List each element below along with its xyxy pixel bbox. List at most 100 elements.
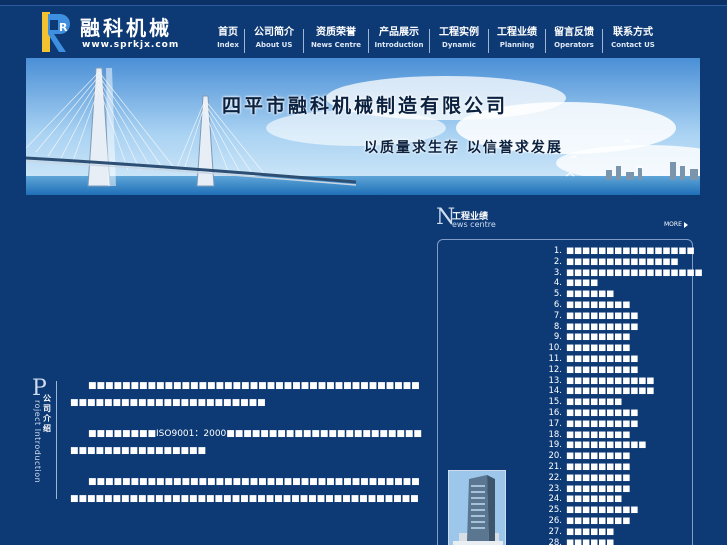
news-list-item[interactable]: 11. ■■■■■■■■■ [538, 354, 688, 365]
intro-divider [56, 381, 57, 499]
news-list-item[interactable]: 27. ■■■■■■ [538, 527, 688, 538]
news-item-link[interactable]: ■■■■■■■■■ [566, 408, 638, 418]
news-list-item[interactable]: 3. ■■■■■■■■■■■■■■■■■ [538, 268, 703, 279]
news-list-item[interactable]: 28. ■■■■■■ [538, 538, 688, 545]
news-item-number: 1. [553, 246, 562, 256]
news-item-link[interactable]: ■■■■■■■■ [566, 451, 630, 461]
bridge-banner-image [26, 58, 700, 195]
news-item-link[interactable]: ■■■■■■■■■ [566, 322, 638, 332]
news-item-link[interactable]: ■■■■■■■■■ [566, 505, 638, 515]
news-list-item[interactable]: 16. ■■■■■■■■■ [538, 408, 688, 419]
news-list-item[interactable]: 23. ■■■■■■■■ [538, 484, 688, 495]
news-list-item[interactable]: 21. ■■■■■■■■ [538, 462, 688, 473]
news-list-item[interactable]: 9. ■■■■■■■■ [538, 332, 688, 343]
news-item-link[interactable]: ■■■■■■■■■■■■■■ [566, 257, 678, 267]
news-list-item[interactable]: 26. ■■■■■■■■ [538, 516, 688, 527]
nav-item-contact[interactable]: 联系方式 Contact US [603, 26, 663, 56]
news-item-link[interactable]: ■■■■■■■■■■ [566, 440, 646, 450]
news-list-item[interactable]: 1. ■■■■■■■■■■■■■■■■ [538, 246, 695, 257]
news-item-number: 13. [548, 375, 562, 386]
nav-item-performance[interactable]: 工程业绩 Planning [489, 26, 545, 56]
news-list-item[interactable]: 14. ■■■■■■■■■■■ [538, 386, 688, 397]
news-item-link[interactable]: ■■■■■■ [566, 289, 614, 299]
news-item-link[interactable]: ■■■■■■■ [566, 494, 622, 504]
arrow-right-icon [683, 221, 688, 228]
news-list-item[interactable]: 10. ■■■■■■■■ [538, 343, 688, 354]
nav-sublabel: Dynamic [442, 41, 476, 49]
nav-item-products[interactable]: 产品展示 Introduction [369, 26, 429, 56]
news-list-item[interactable]: 18. ■■■■■■■■ [538, 430, 688, 441]
news-item-link[interactable]: ■■■■■■■■■■■■■■■■■ [566, 268, 703, 278]
news-item-link[interactable]: ■■■■ [566, 278, 598, 288]
nav-item-cases[interactable]: 工程实例 Dynamic [430, 26, 488, 56]
news-item-link[interactable]: ■■■■■■■■■ [566, 419, 638, 429]
news-item-number: 17. [548, 418, 562, 429]
news-item-link[interactable]: ■■■■■■■■■■■ [566, 376, 654, 386]
news-item-number: 18. [548, 429, 562, 440]
news-item-number: 27. [548, 526, 562, 537]
nav-label: 资质荣誉 [316, 27, 356, 38]
news-item-link[interactable]: ■■■■■■■■ [566, 430, 630, 440]
news-item-link[interactable]: ■■■■■■■■■■■ [566, 386, 654, 396]
nav-item-about[interactable]: 公司简介 About US [245, 26, 303, 56]
news-list-item[interactable]: 20. ■■■■■■■■ [538, 451, 688, 462]
news-item-link[interactable]: ■■■■■■■■ [566, 332, 630, 342]
news-item-link[interactable]: ■■■■■■■■■ [566, 354, 638, 364]
nav-sublabel: Contact US [611, 41, 655, 49]
news-item-number: 28. [548, 537, 562, 545]
news-item-number: 14. [548, 386, 562, 397]
nav-item-index[interactable]: 首页 Index [212, 26, 244, 56]
news-item-link[interactable]: ■■■■■■■■ [566, 300, 630, 310]
news-item-link[interactable]: ■■■■■■ [566, 538, 614, 545]
news-list-item[interactable]: 17. ■■■■■■■■■ [538, 419, 688, 430]
news-item-number: 9. [553, 332, 562, 343]
more-link[interactable]: MORE [664, 221, 688, 228]
intro-paragraph: ■■■■■■■■■■■■■■■■■■■■■■■■■■■■■■■■■■■■■■■■… [70, 477, 420, 504]
news-item-link[interactable]: ■■■■■■■■ [566, 516, 630, 526]
news-list-item[interactable]: 25. ■■■■■■■■■ [538, 505, 688, 516]
news-item-link[interactable]: ■■■■■■■■■ [566, 365, 638, 375]
news-item-link[interactable]: ■■■■■■■ [566, 397, 622, 407]
news-list-item[interactable]: 5. ■■■■■■ [538, 289, 688, 300]
news-list-item[interactable]: 7. ■■■■■■■■■ [538, 311, 688, 322]
news-item-link[interactable]: ■■■■■■■■ [566, 484, 630, 494]
nav-sublabel: Introduction [374, 41, 424, 49]
news-item-link[interactable]: ■■■■■■■■ [566, 343, 630, 353]
news-list-item[interactable]: 15. ■■■■■■■ [538, 397, 688, 408]
news-item-number: 22. [548, 472, 562, 483]
building-photo [448, 470, 506, 545]
news-item-link[interactable]: ■■■■■■■■■■■■■■■■ [566, 246, 695, 256]
news-list-item[interactable]: 12. ■■■■■■■■■ [538, 365, 688, 376]
news-item-link[interactable]: ■■■■■■■■ [566, 462, 630, 472]
logo-icon: R [42, 12, 70, 52]
news-list-item[interactable]: 22. ■■■■■■■■ [538, 473, 688, 484]
news-list-item[interactable]: 2. ■■■■■■■■■■■■■■ [538, 257, 688, 268]
news-item-link[interactable]: ■■■■■■ [566, 527, 614, 537]
nav-item-honors[interactable]: 资质荣誉 News Centre [304, 26, 368, 56]
news-list-item[interactable]: 13. ■■■■■■■■■■■ [538, 376, 688, 387]
main-content: P roject Introduction 公司介绍 ■■■■■■■■■■■■■… [26, 195, 703, 545]
banner-slogan: 以质量求生存 以信誉求发展 [364, 140, 563, 156]
news-list-item[interactable]: 4. ■■■■ [538, 278, 688, 289]
nav-item-feedback[interactable]: 留言反馈 Operators [546, 26, 602, 56]
intro-section-label: P roject Introduction 公司介绍 [32, 378, 58, 484]
news-list-item[interactable]: 6. ■■■■■■■■ [538, 300, 688, 311]
news-list-item[interactable]: 8. ■■■■■■■■■ [538, 322, 688, 333]
news-list-item[interactable]: 19. ■■■■■■■■■■ [538, 440, 688, 451]
news-item-number: 11. [548, 353, 562, 364]
news-item-link[interactable]: ■■■■■■■■ [566, 473, 630, 483]
nav-label: 留言反馈 [554, 27, 594, 38]
intro-subtitle: roject Introduction [33, 400, 42, 484]
logo-url: www.sprkjx.com [82, 40, 180, 50]
nav-label: 工程业绩 [497, 27, 537, 38]
site-logo[interactable]: R 融科机械 www.sprkjx.com [42, 10, 202, 54]
nav-label: 首页 [218, 27, 238, 38]
more-label: MORE [664, 221, 682, 228]
news-item-number: 8. [553, 321, 562, 332]
news-item-link[interactable]: ■■■■■■■■■ [566, 311, 638, 321]
intro-paragraph: ■■■■■■■■ISO9001：2000■■■■■■■■■■■■■■■■■■■■… [70, 429, 422, 456]
news-panel: 1. ■■■■■■■■■■■■■■■■ 2. ■■■■■■■■■■■■■■ 3. ■■■■… [437, 239, 703, 545]
news-item-number: 21. [548, 461, 562, 472]
news-list-item[interactable]: 24. ■■■■■■■ [538, 494, 688, 505]
intro-title: 公司介绍 [43, 394, 51, 433]
